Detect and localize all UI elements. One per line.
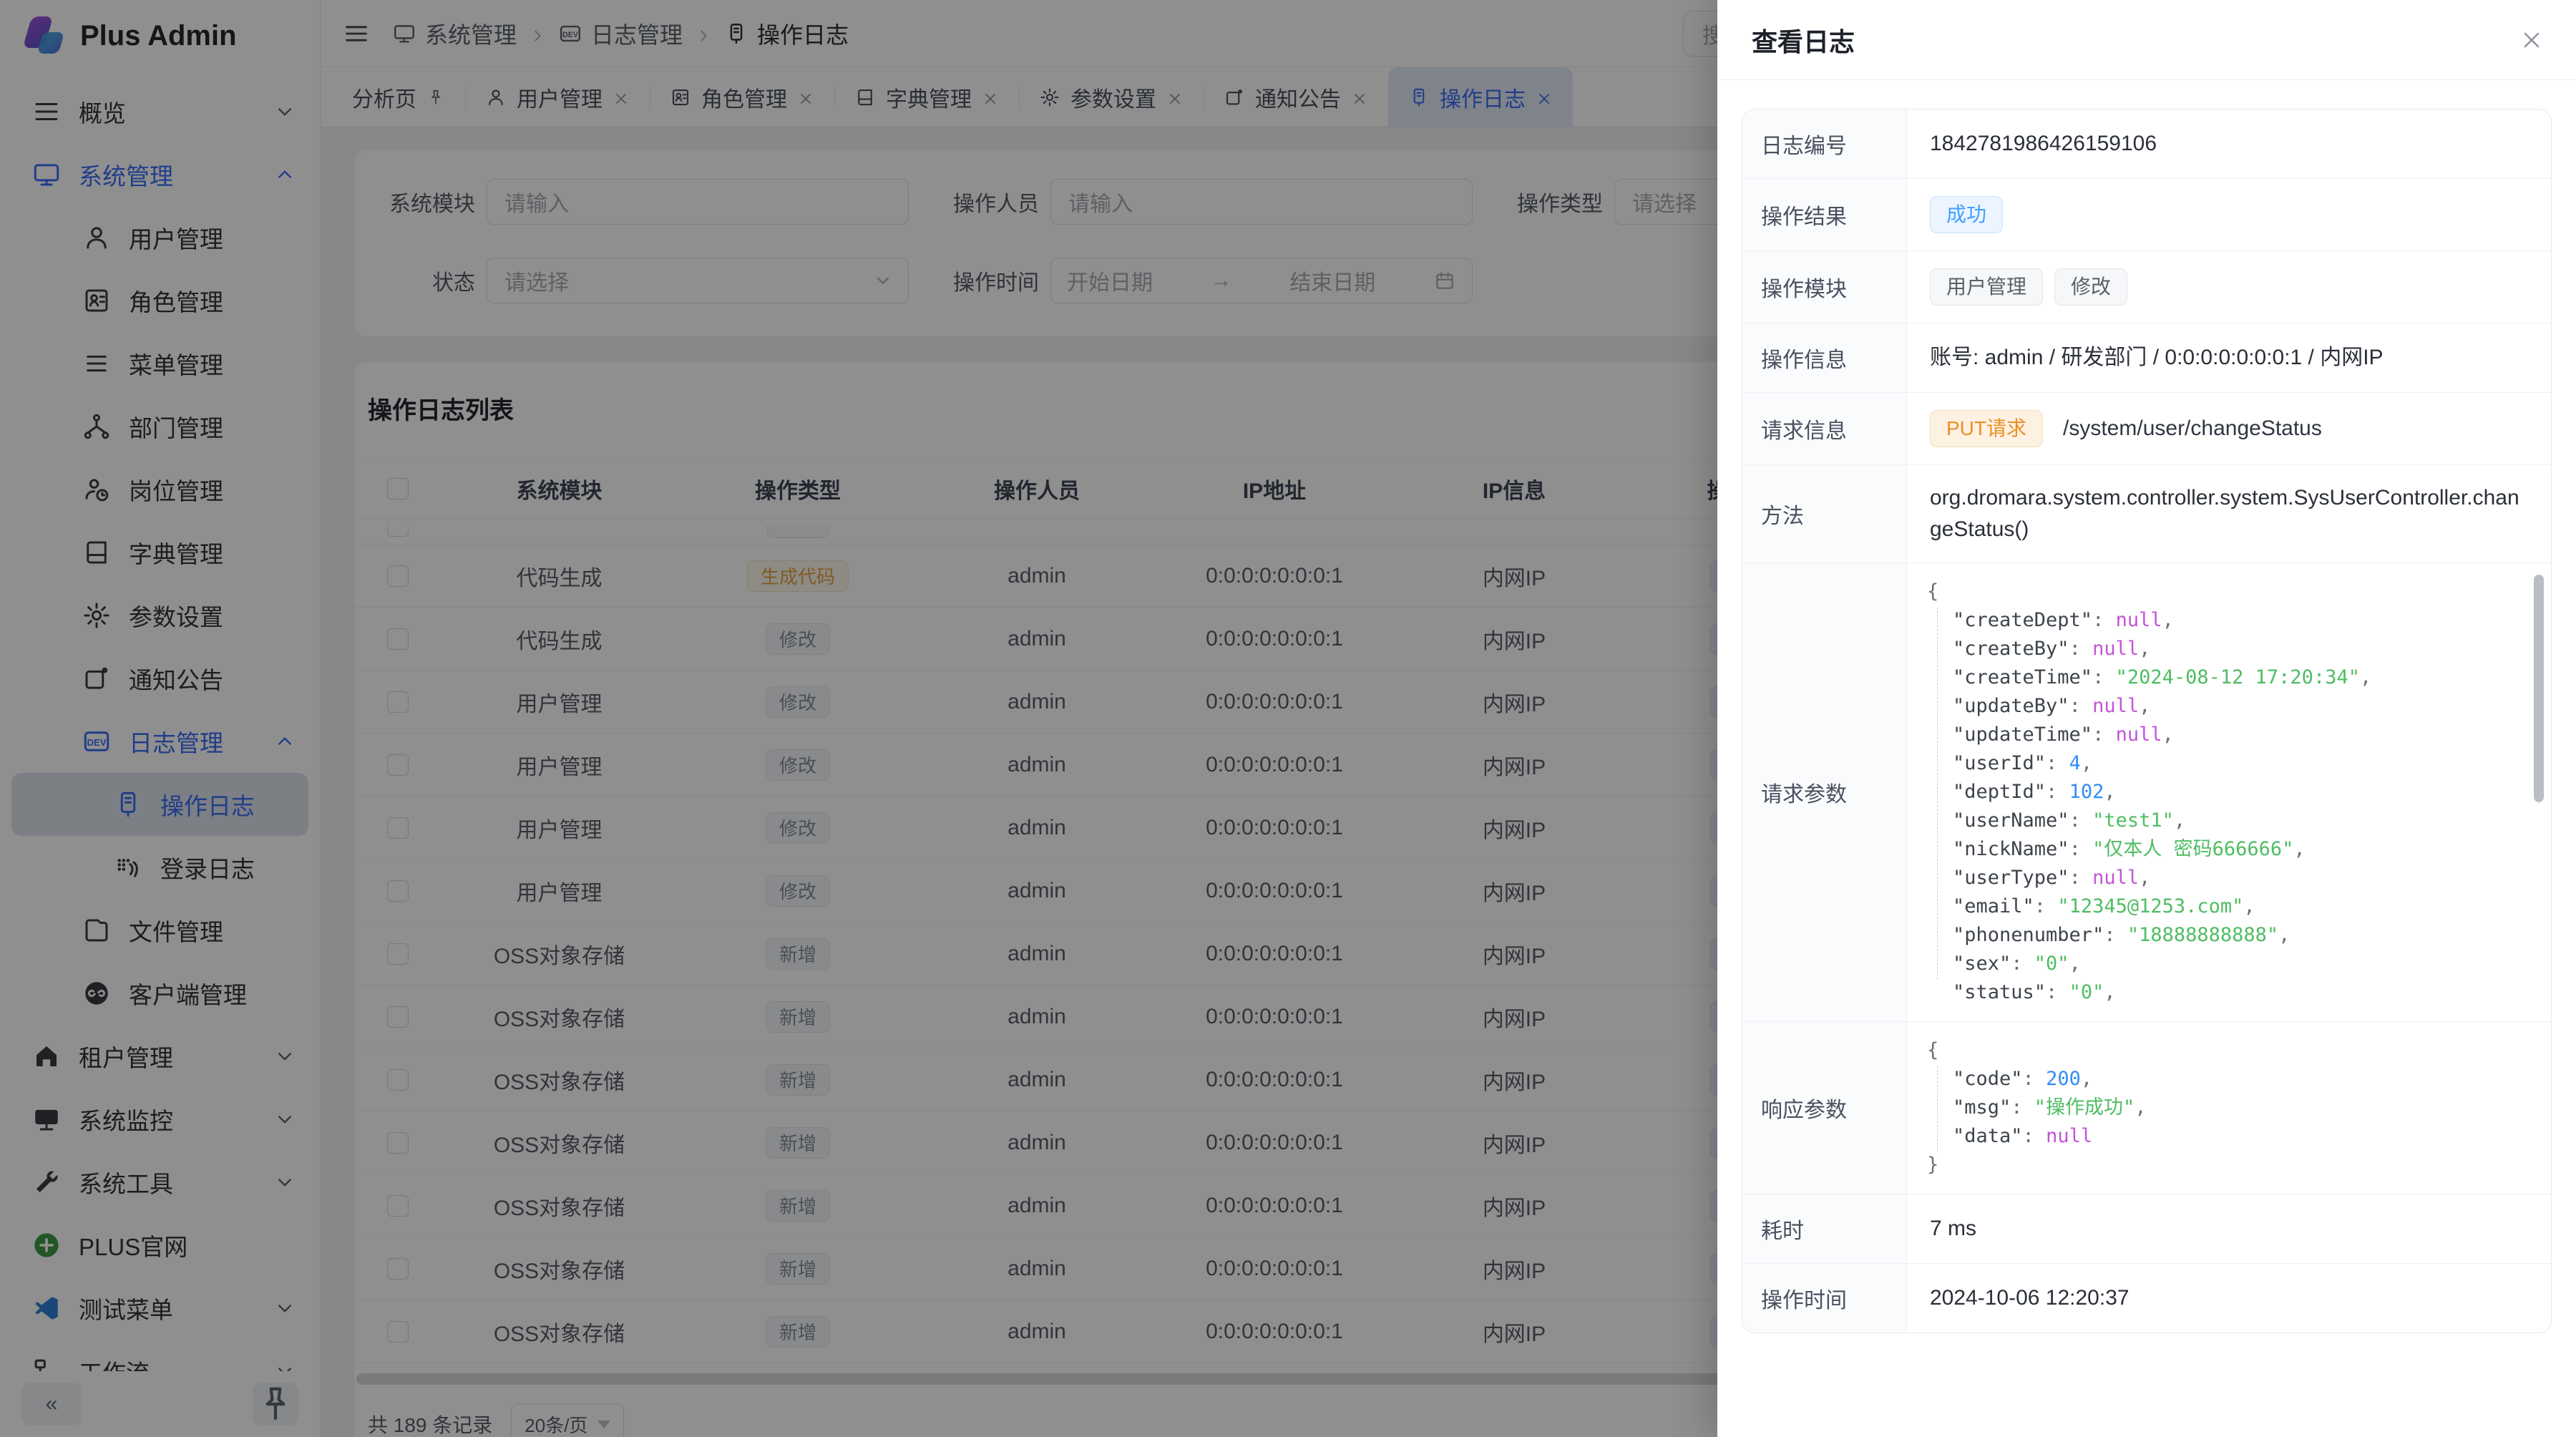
detail-label: 操作模块	[1742, 251, 1907, 323]
detail-label: 操作时间	[1742, 1264, 1907, 1333]
method-tag: PUT请求	[1930, 410, 2043, 447]
drawer-header: 查看日志	[1717, 0, 2576, 80]
detail-label: 请求信息	[1742, 393, 1907, 464]
detail-row-操作模块: 操作模块用户管理修改	[1742, 251, 2551, 323]
detail-value: PUT请求/system/user/changeStatus	[1907, 393, 2551, 464]
detail-value: 成功	[1907, 179, 2551, 250]
detail-row-操作时间: 操作时间2024-10-06 12:20:37	[1742, 1264, 2551, 1333]
detail-label: 方法	[1742, 465, 1907, 562]
detail-row-请求参数: 请求参数{"createDept": null,"createBy": null…	[1742, 563, 2551, 1022]
json-code-block: {"createDept": null,"createBy": null,"cr…	[1907, 563, 2551, 1021]
detail-row-请求信息: 请求信息PUT请求/system/user/changeStatus	[1742, 393, 2551, 465]
detail-row-方法: 方法org.dromara.system.controller.system.S…	[1742, 465, 2551, 563]
detail-row-操作结果: 操作结果成功	[1742, 179, 2551, 251]
detail-value: org.dromara.system.controller.system.Sys…	[1907, 465, 2551, 562]
detail-value: 7 ms	[1907, 1194, 2551, 1263]
app-root: Plus Admin 概览系统管理用户管理角色管理菜单管理部门管理岗位管理字典管…	[0, 0, 2576, 1437]
drawer-title: 查看日志	[1752, 21, 1855, 59]
view-log-drawer: 查看日志 日志编号1842781986426159106操作结果成功操作模块用户…	[1717, 0, 2576, 1437]
close-button[interactable]	[2519, 27, 2545, 53]
log-details-table: 日志编号1842781986426159106操作结果成功操作模块用户管理修改操…	[1742, 109, 2552, 1333]
detail-value: 2024-10-06 12:20:37	[1907, 1264, 2551, 1333]
detail-label: 耗时	[1742, 1194, 1907, 1263]
module-tag: 用户管理	[1930, 268, 2043, 306]
detail-row-响应参数: 响应参数{"code": 200,"msg": "操作成功","data": n…	[1742, 1022, 2551, 1194]
detail-value: 用户管理修改	[1907, 251, 2551, 323]
detail-row-耗时: 耗时7 ms	[1742, 1194, 2551, 1264]
detail-value: 1842781986426159106	[1907, 109, 2551, 178]
request-path: /system/user/changeStatus	[2063, 413, 2322, 444]
detail-label: 响应参数	[1742, 1022, 1907, 1194]
module-tag: 修改	[2054, 268, 2127, 306]
detail-label: 日志编号	[1742, 109, 1907, 178]
vertical-scrollbar-thumb[interactable]	[2534, 575, 2544, 802]
detail-label: 操作信息	[1742, 323, 1907, 392]
close-icon	[2519, 27, 2545, 53]
detail-row-操作信息: 操作信息账号: admin / 研发部门 / 0:0:0:0:0:0:0:1 /…	[1742, 323, 2551, 393]
detail-label: 操作结果	[1742, 179, 1907, 250]
result-tag: 成功	[1930, 196, 2003, 233]
detail-label: 请求参数	[1742, 563, 1907, 1021]
detail-value: 账号: admin / 研发部门 / 0:0:0:0:0:0:0:1 / 内网I…	[1907, 323, 2551, 392]
detail-row-日志编号: 日志编号1842781986426159106	[1742, 109, 2551, 179]
json-code-block: {"code": 200,"msg": "操作成功","data": null}	[1907, 1022, 2551, 1194]
drawer-body: 日志编号1842781986426159106操作结果成功操作模块用户管理修改操…	[1717, 80, 2576, 1362]
